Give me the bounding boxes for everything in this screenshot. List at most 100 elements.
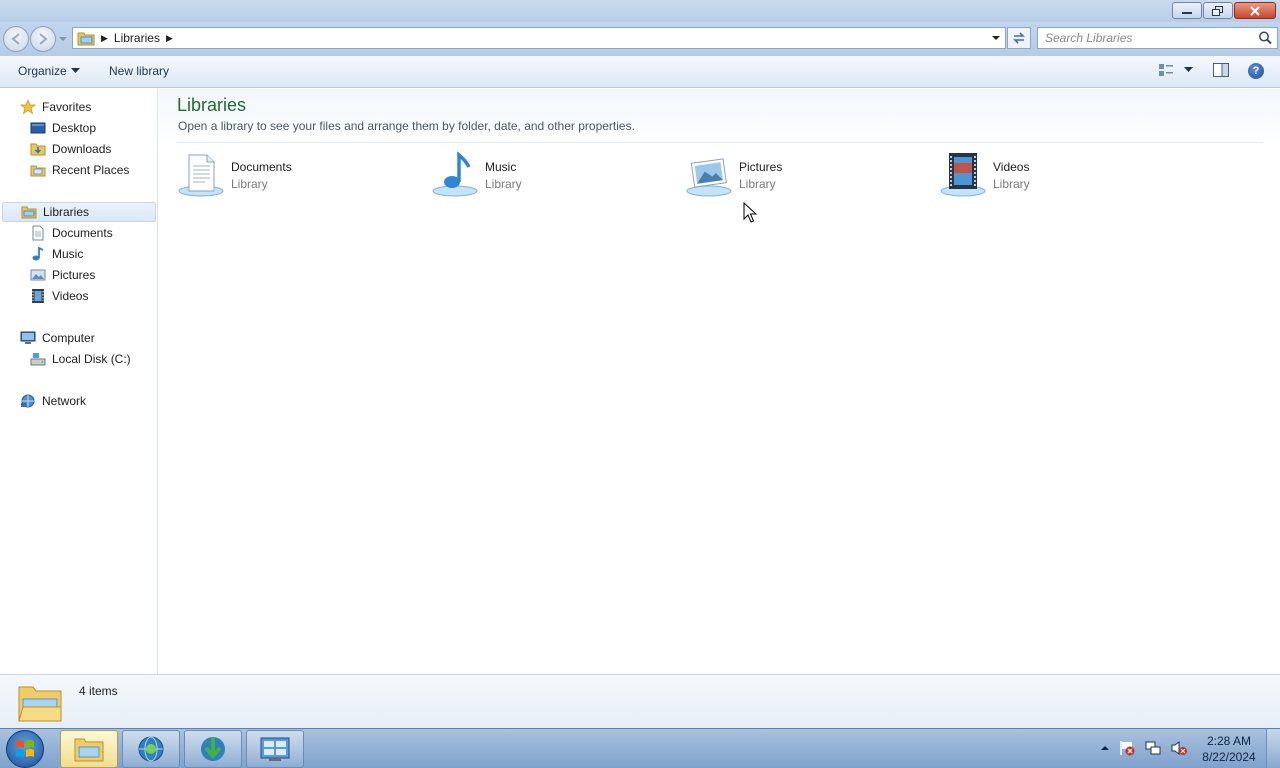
address-dropdown-icon[interactable] bbox=[991, 34, 1001, 42]
refresh-icon bbox=[1013, 32, 1025, 44]
library-tile-documents[interactable]: Documents Library bbox=[177, 149, 417, 199]
nav-network-label: Network bbox=[42, 394, 87, 408]
library-name: Pictures bbox=[739, 160, 783, 174]
music-icon bbox=[32, 246, 44, 261]
nav-item-music[interactable]: Music bbox=[30, 244, 83, 264]
nav-item-pictures[interactable]: Pictures bbox=[30, 265, 95, 285]
pictures-library-icon bbox=[686, 158, 732, 197]
breadcrumb-chevron-icon[interactable]: ▶ bbox=[166, 33, 173, 44]
window-controls bbox=[1172, 2, 1276, 19]
close-button[interactable] bbox=[1234, 2, 1276, 19]
help-button[interactable]: ? bbox=[1248, 63, 1264, 79]
search-icon[interactable] bbox=[1257, 30, 1273, 46]
taskbar-explorer[interactable] bbox=[60, 730, 118, 768]
organize-button[interactable]: Organize bbox=[18, 64, 80, 78]
breadcrumb-libraries[interactable]: Libraries bbox=[114, 31, 160, 45]
library-tile-pictures[interactable]: Pictures Library bbox=[685, 149, 925, 199]
help-icon: ? bbox=[1248, 63, 1264, 79]
back-arrow-icon bbox=[11, 33, 20, 45]
address-row: ▶ Libraries ▶ bbox=[0, 22, 1280, 56]
nav-item-downloads-label: Downloads bbox=[52, 142, 112, 156]
title-bar bbox=[0, 0, 1280, 22]
library-name: Documents bbox=[231, 160, 292, 174]
nav-network[interactable]: Network bbox=[20, 391, 86, 411]
videos-library-icon bbox=[940, 153, 986, 197]
close-icon bbox=[1250, 5, 1260, 16]
nav-item-documents-label: Documents bbox=[52, 226, 113, 240]
address-bar[interactable]: ▶ Libraries ▶ bbox=[72, 27, 1006, 49]
desktop-icon bbox=[30, 122, 46, 134]
nav-computer[interactable]: Computer bbox=[20, 328, 95, 348]
nav-item-local-disk[interactable]: Local Disk (C:) bbox=[30, 349, 131, 369]
star-icon bbox=[20, 99, 36, 115]
details-pane: 4 items bbox=[0, 674, 1280, 728]
download-manager-icon bbox=[201, 737, 225, 761]
documents-library-icon bbox=[178, 154, 224, 197]
navigation-pane: Favorites Desktop Downloads Recent Place… bbox=[0, 89, 158, 674]
organize-label: Organize bbox=[18, 64, 67, 78]
taskbar-download-manager[interactable] bbox=[184, 730, 242, 768]
content-area: Libraries Open a library to see your fil… bbox=[159, 89, 1280, 674]
windows-logo-icon bbox=[16, 740, 34, 757]
search-box[interactable] bbox=[1037, 27, 1278, 49]
system-tray bbox=[1100, 739, 1188, 757]
library-name: Music bbox=[485, 160, 517, 174]
nav-item-downloads[interactable]: Downloads bbox=[30, 139, 111, 159]
breadcrumb-separator-icon[interactable]: ▶ bbox=[101, 33, 108, 44]
local-disk-icon bbox=[30, 353, 46, 366]
library-type: Library bbox=[739, 177, 776, 191]
nav-libraries[interactable]: Libraries bbox=[2, 202, 156, 222]
network-icon bbox=[21, 394, 35, 408]
libraries-folder-large-icon bbox=[18, 686, 62, 722]
nav-item-desktop-label: Desktop bbox=[52, 121, 97, 135]
show-hidden-icons-icon[interactable] bbox=[1100, 743, 1110, 753]
clock-date: 8/22/2024 bbox=[1202, 750, 1256, 764]
clock[interactable]: 2:28 AM 8/22/2024 bbox=[1196, 733, 1262, 765]
forward-button[interactable] bbox=[30, 26, 56, 52]
new-library-button[interactable]: New library bbox=[109, 64, 169, 78]
view-options-icon bbox=[1159, 64, 1173, 76]
taskbar-control-panel[interactable] bbox=[246, 730, 304, 768]
action-center-flag-icon[interactable] bbox=[1118, 739, 1136, 757]
library-name: Videos bbox=[993, 160, 1030, 174]
computer-icon bbox=[20, 331, 36, 344]
music-library-icon bbox=[432, 151, 478, 197]
network-status-icon[interactable] bbox=[1144, 739, 1162, 757]
new-library-label: New library bbox=[109, 64, 170, 78]
taskbar: 2:28 AM 8/22/2024 bbox=[0, 728, 1280, 768]
change-view-button[interactable] bbox=[1158, 63, 1193, 77]
nav-item-videos-label: Videos bbox=[52, 289, 89, 303]
command-bar: Organize New library ? bbox=[0, 56, 1280, 88]
library-tile-music[interactable]: Music Library bbox=[431, 149, 671, 199]
globe-browser-icon bbox=[138, 736, 164, 762]
refresh-button[interactable] bbox=[1007, 27, 1031, 49]
minimize-icon bbox=[1182, 11, 1192, 14]
start-button[interactable] bbox=[6, 730, 44, 768]
preview-pane-button[interactable] bbox=[1213, 63, 1229, 77]
taskbar-internet-explorer[interactable] bbox=[122, 730, 180, 768]
view-chevron-down-icon[interactable] bbox=[1184, 67, 1193, 73]
show-desktop-button[interactable] bbox=[1266, 729, 1280, 768]
nav-item-documents[interactable]: Documents bbox=[30, 223, 113, 243]
volume-muted-icon[interactable] bbox=[1170, 739, 1188, 757]
divider bbox=[177, 142, 1263, 143]
control-panel-icon bbox=[260, 737, 290, 761]
library-tile-videos[interactable]: Videos Library bbox=[939, 149, 1179, 199]
restore-button[interactable] bbox=[1203, 2, 1233, 19]
nav-item-desktop[interactable]: Desktop bbox=[30, 118, 96, 138]
library-type: Library bbox=[485, 177, 522, 191]
recent-pages-chevron-icon[interactable] bbox=[58, 36, 68, 44]
chevron-down-icon bbox=[70, 68, 80, 73]
mouse-cursor-icon bbox=[743, 202, 757, 223]
preview-pane-icon bbox=[1213, 63, 1229, 77]
pictures-icon bbox=[30, 269, 46, 281]
search-input[interactable] bbox=[1038, 29, 1257, 47]
nav-item-music-label: Music bbox=[52, 247, 84, 261]
nav-item-recent-places[interactable]: Recent Places bbox=[30, 160, 129, 180]
item-count: 4 items bbox=[79, 684, 118, 698]
back-button[interactable] bbox=[3, 26, 29, 52]
minimize-button[interactable] bbox=[1172, 2, 1202, 19]
documents-icon bbox=[32, 225, 44, 241]
nav-favorites[interactable]: Favorites bbox=[20, 97, 91, 117]
nav-item-videos[interactable]: Videos bbox=[30, 286, 88, 306]
